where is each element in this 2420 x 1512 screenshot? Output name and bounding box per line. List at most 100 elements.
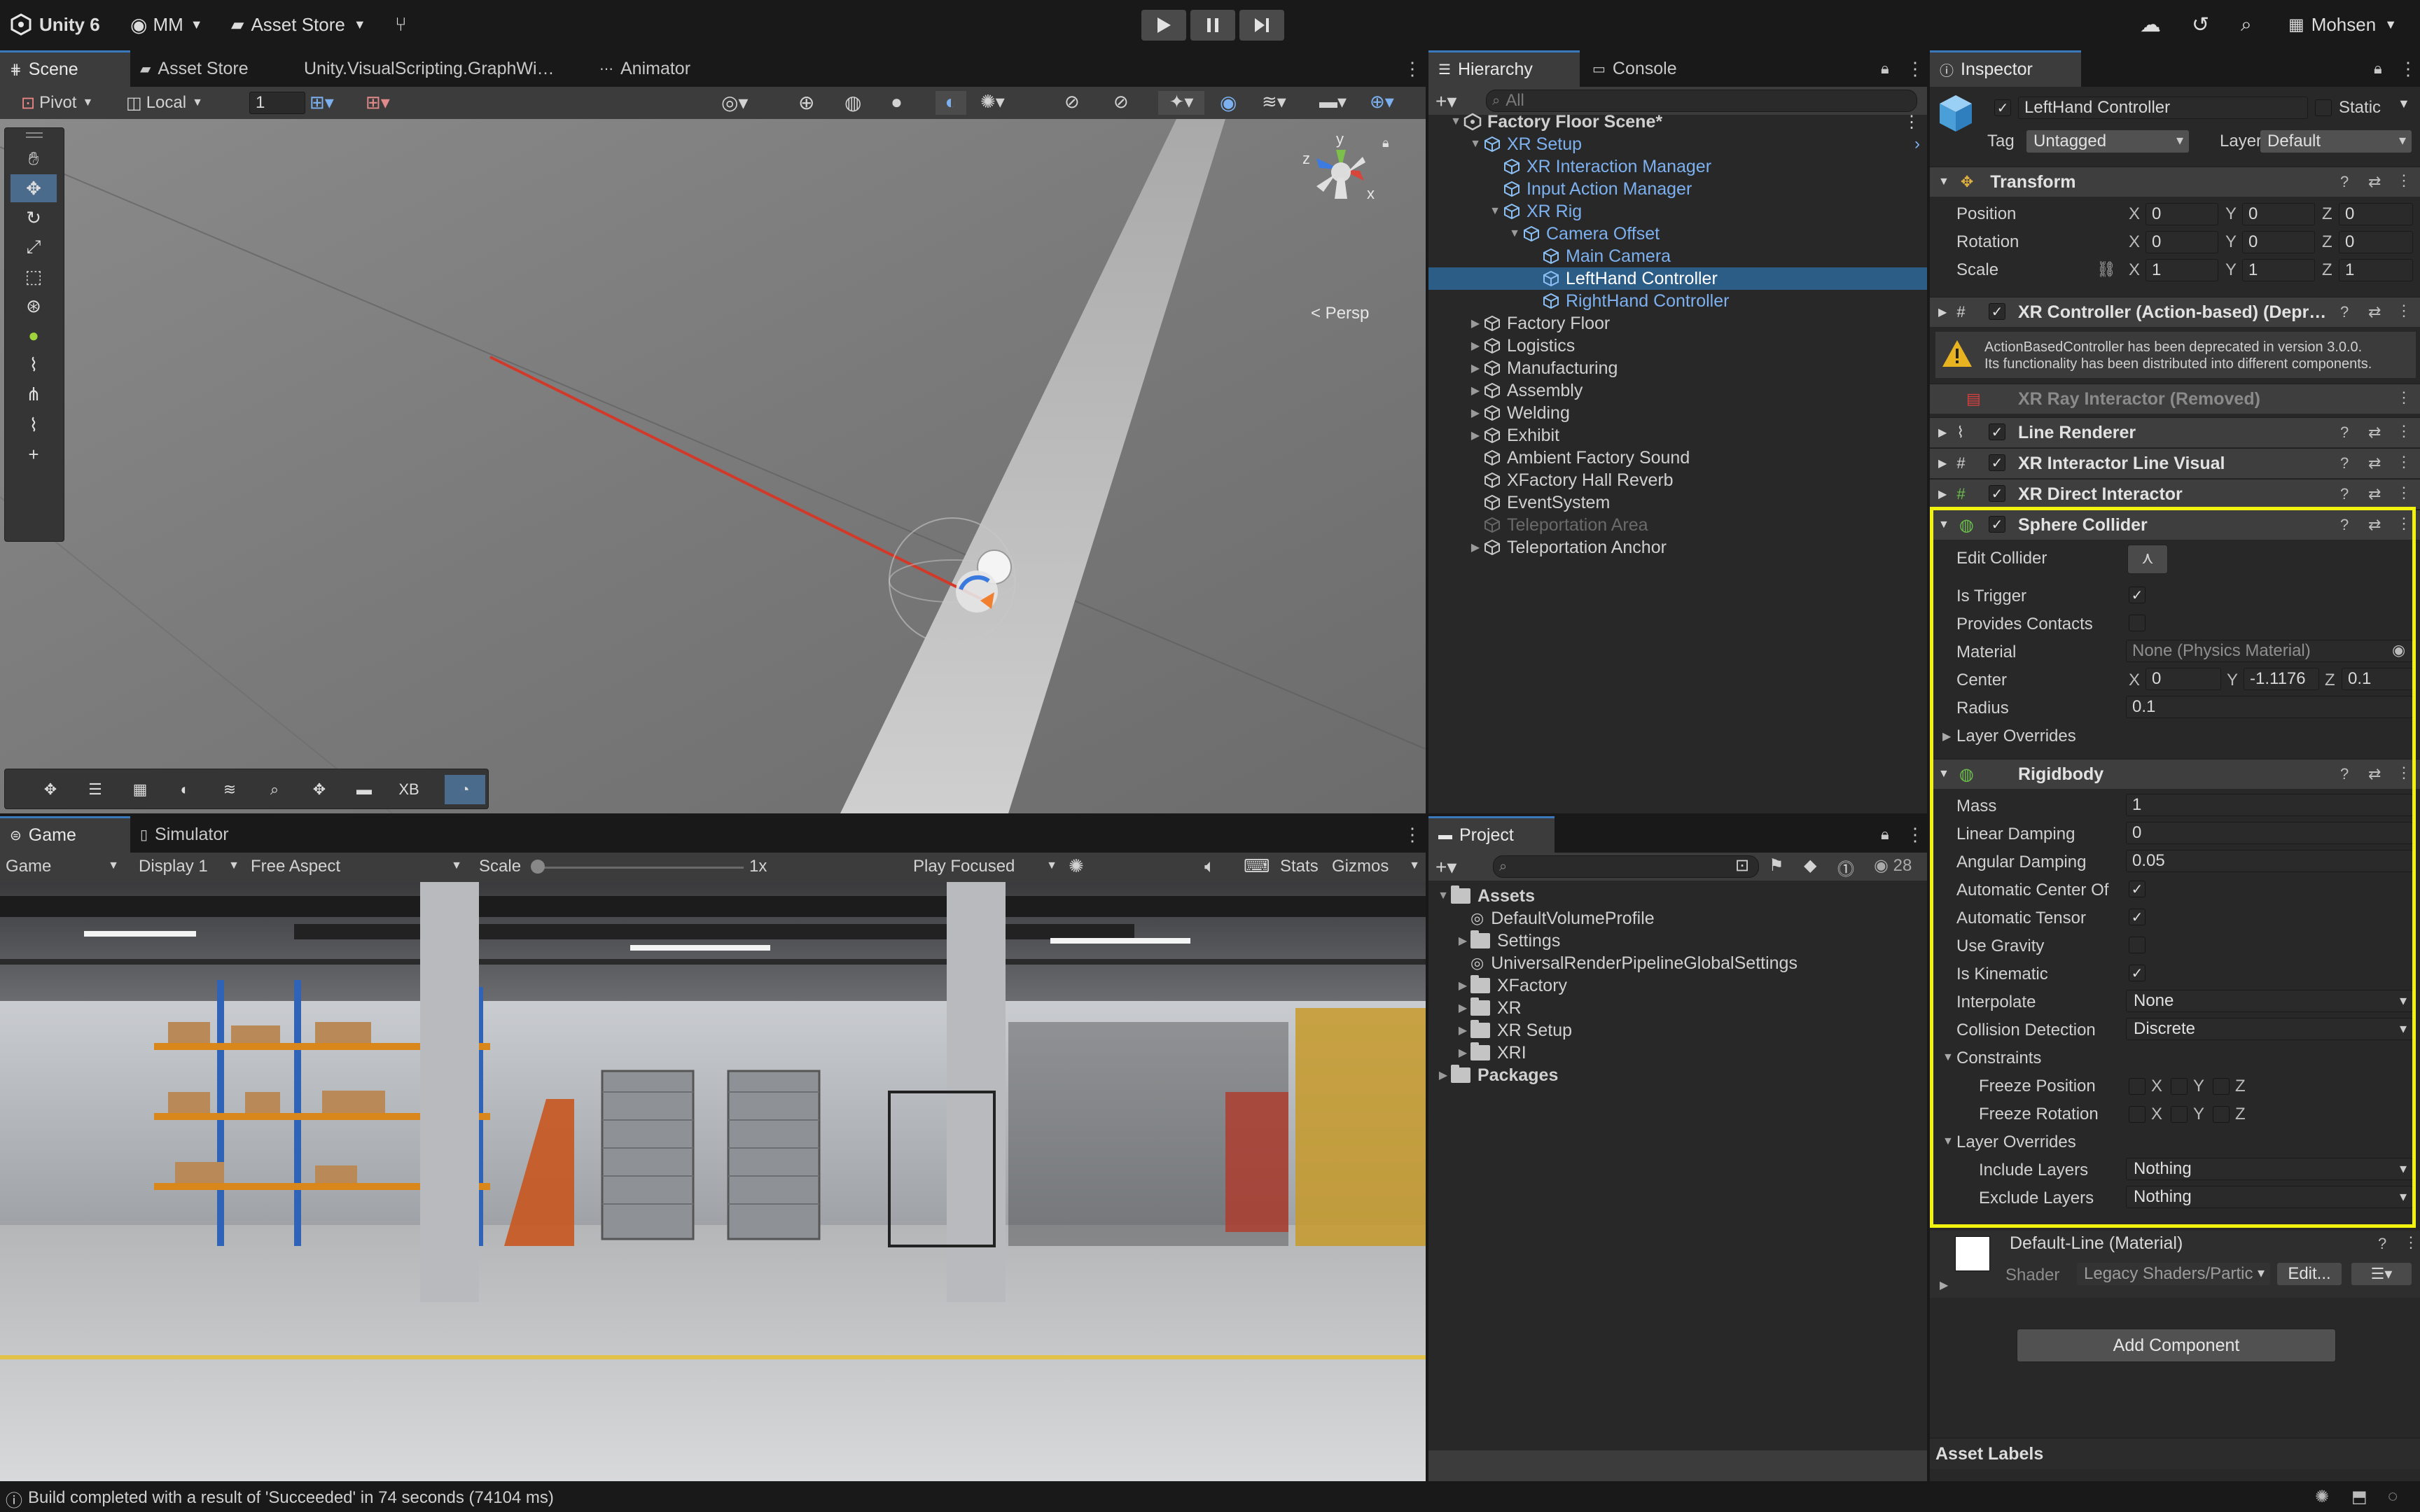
preset-icon[interactable]: ⇄ — [2368, 454, 2381, 472]
component-menu-icon[interactable]: ⋮ — [2396, 484, 2412, 502]
foldout-closed-icon[interactable]: ▶ — [1455, 1046, 1470, 1060]
layer-overlay-icon[interactable]: ≋ — [209, 775, 250, 804]
lock-icon[interactable]: 🔒︎ — [2364, 50, 2389, 87]
component-enabled-checkbox[interactable]: ✓ — [1989, 303, 2005, 320]
hierarchy-item-welding[interactable]: ▶ Welding — [1428, 402, 1927, 424]
draw-mode-icon[interactable]: ◎▾ — [721, 91, 749, 114]
collider-tool-icon[interactable]: ● — [11, 321, 57, 349]
direct-interactor-header[interactable]: ▶ # ✓ XR Direct Interactor ? ⇄ ⋮ — [1930, 479, 2420, 509]
navigate-icon[interactable]: ✥ — [299, 775, 340, 804]
shader-menu-icon[interactable]: ☰▾ — [2351, 1263, 2412, 1285]
hierarchy-item-xr-setup[interactable]: ▼ XR Setup › — [1428, 133, 1927, 155]
edit-collider-button[interactable]: ⋏ — [2127, 545, 2168, 574]
scale-slider-handle[interactable] — [531, 860, 545, 874]
move-overlay-icon[interactable]: ✥ — [30, 775, 71, 804]
lock-icon[interactable]: 🔒︎ — [1382, 136, 1389, 150]
audio-off-icon[interactable]: ⊘ — [1113, 91, 1129, 113]
shader-dropdown[interactable]: Legacy Shaders/Partic — [2077, 1263, 2270, 1285]
hierarchy-item-xr-interaction-manager[interactable]: XR Interaction Manager — [1428, 155, 1927, 178]
stats-button[interactable]: Stats — [1280, 857, 1319, 876]
position-x-field[interactable]: 0 — [2146, 203, 2218, 225]
hierarchy-item-xfactory-hall-reverb[interactable]: XFactory Hall Reverb — [1428, 469, 1927, 491]
spline-tool-icon[interactable]: ⌇ — [11, 411, 57, 439]
project-item-xfactory[interactable]: ▶ XFactory — [1455, 974, 1567, 997]
xb-button[interactable]: XB — [389, 775, 429, 804]
component-menu-icon[interactable]: ⋮ — [2396, 172, 2412, 190]
panel-menu-icon[interactable]: ⋮ — [1393, 816, 1421, 853]
object-picker-icon[interactable]: ◉ — [2392, 641, 2405, 659]
scale-y-field[interactable]: 1 — [2242, 259, 2315, 281]
component-menu-icon[interactable]: ⋮ — [2396, 388, 2412, 407]
effects-icon[interactable]: ✦▾ — [1158, 91, 1204, 115]
pause-button[interactable] — [1190, 10, 1235, 41]
align-icon[interactable]: ☰ — [75, 775, 116, 804]
rigidbody-header[interactable]: ▼ ◍ Rigidbody ? ⇄ ⋮ — [1930, 759, 2420, 789]
object-name-input[interactable]: LeftHand Controller — [2018, 97, 2308, 119]
foldout-open-icon[interactable]: ▼ — [1507, 227, 1522, 240]
is-kinematic-checkbox[interactable]: ✓ — [2129, 965, 2146, 981]
scale-slider[interactable] — [534, 867, 744, 869]
sphere-collider-header[interactable]: ▼ ◍ ✓ Sphere Collider ? ⇄ ⋮ — [1930, 510, 2420, 540]
edit-shader-button[interactable]: Edit... — [2277, 1263, 2342, 1285]
line-renderer-header[interactable]: ▶ ⌇ ✓ Line Renderer ? ⇄ ⋮ — [1930, 417, 2420, 447]
constraints-label[interactable]: Constraints — [1956, 1049, 2041, 1068]
transform-header[interactable]: ▼ ✥ Transform ? ⇄ ⋮ — [1930, 167, 2420, 197]
collision-detection-dropdown[interactable]: Discrete — [2126, 1018, 2413, 1040]
progress-icon[interactable]: ⬒ — [2351, 1487, 2367, 1507]
exclude-layers-dropdown[interactable]: Nothing — [2126, 1186, 2413, 1208]
foldout-closed-icon[interactable]: ▶ — [1468, 384, 1483, 398]
tab-hierarchy[interactable]: ☰ Hierarchy — [1428, 50, 1580, 87]
foldout-closed-icon[interactable]: ▶ — [1468, 406, 1483, 420]
chevron-down-icon[interactable]: ▼ — [2398, 97, 2410, 111]
camera-overlay-icon[interactable]: ▬ — [344, 775, 384, 804]
hierarchy-item-logistics[interactable]: ▶ Logistics — [1428, 335, 1927, 357]
warning-filter-icon[interactable]: ⓵ — [1837, 855, 1854, 880]
position-y-field[interactable]: 0 — [2242, 203, 2315, 225]
asset-store-dropdown[interactable]: ▰ Asset Store ▼ — [231, 8, 366, 41]
help-icon[interactable]: ? — [2378, 1235, 2386, 1253]
step-button[interactable] — [1239, 10, 1284, 41]
rotation-y-field[interactable]: 0 — [2242, 231, 2315, 253]
collab-status-icon[interactable]: ◌ — [2388, 1487, 2398, 1506]
visibility-icon[interactable]: ◉ — [1220, 91, 1237, 114]
component-menu-icon[interactable]: ⋮ — [2403, 1233, 2419, 1252]
foldout-closed-icon[interactable]: ▶ — [1455, 1023, 1470, 1037]
hierarchy-search-input[interactable]: ⌕ All — [1486, 90, 1917, 112]
is-trigger-checkbox[interactable]: ✓ — [2129, 587, 2146, 603]
component-menu-icon[interactable]: ⋮ — [2396, 764, 2412, 782]
scale-z-field[interactable]: 1 — [2339, 259, 2413, 281]
asset-labels-title[interactable]: Asset Labels — [1935, 1444, 2043, 1464]
divider[interactable] — [1927, 50, 1930, 1481]
scale-tool-icon[interactable]: ⤢ — [11, 233, 57, 261]
foldout-open-icon[interactable]: ▼ — [1942, 1051, 1954, 1064]
project-item-xr[interactable]: ▶ XR — [1455, 997, 1522, 1019]
hierarchy-item-factory-floor-scene[interactable]: ▼ Factory Floor Scene* ⋮ — [1428, 111, 1927, 133]
add-tool-icon[interactable]: + — [11, 440, 57, 468]
static-checkbox[interactable] — [2315, 99, 2332, 116]
panel-menu-icon[interactable]: ⋮ — [1896, 816, 1924, 853]
foldout-closed-icon[interactable]: ▶ — [1468, 428, 1483, 442]
fx-off-icon[interactable]: ⊘ — [1064, 91, 1080, 113]
lock-icon[interactable]: 🔒︎ — [1871, 816, 1896, 853]
component-menu-icon[interactable]: ⋮ — [2396, 514, 2412, 533]
game-viewport[interactable] — [0, 882, 1426, 1481]
increment-snap-icon[interactable]: ⊞▾ — [366, 92, 390, 113]
preset-icon[interactable]: ⇄ — [2368, 765, 2381, 783]
component-menu-icon[interactable]: ⋮ — [2396, 422, 2412, 440]
material-preview-swatch[interactable] — [1955, 1236, 1990, 1271]
mass-field[interactable]: 1 — [2126, 794, 2413, 816]
camera-icon[interactable]: ▬▾ — [1319, 91, 1347, 113]
foldout-closed-icon[interactable]: ▶ — [1942, 729, 1951, 743]
hierarchy-item-teleportation-anchor[interactable]: ▶ Teleportation Anchor — [1428, 536, 1927, 559]
component-menu-icon[interactable]: ⋮ — [2396, 302, 2412, 320]
cloud-icon[interactable]: ☁ — [2140, 8, 2161, 41]
project-item-defaultvolumeprofile[interactable]: ◎ DefaultVolumeProfile — [1455, 907, 1655, 930]
hidden-packages-counter[interactable]: ◉ 28 — [1874, 855, 1912, 876]
create-asset-button[interactable]: +▾ — [1435, 855, 1456, 878]
linear-damping-field[interactable]: 0 — [2126, 822, 2413, 844]
label-icon[interactable]: ◆ — [1804, 855, 1816, 876]
path-tool-icon[interactable]: ⌇ — [11, 351, 57, 379]
project-search-input[interactable]: ⌕ — [1493, 855, 1759, 878]
center-z-field[interactable]: 0.1 — [2342, 668, 2413, 690]
foldout-open-icon[interactable]: ▼ — [1448, 115, 1463, 128]
